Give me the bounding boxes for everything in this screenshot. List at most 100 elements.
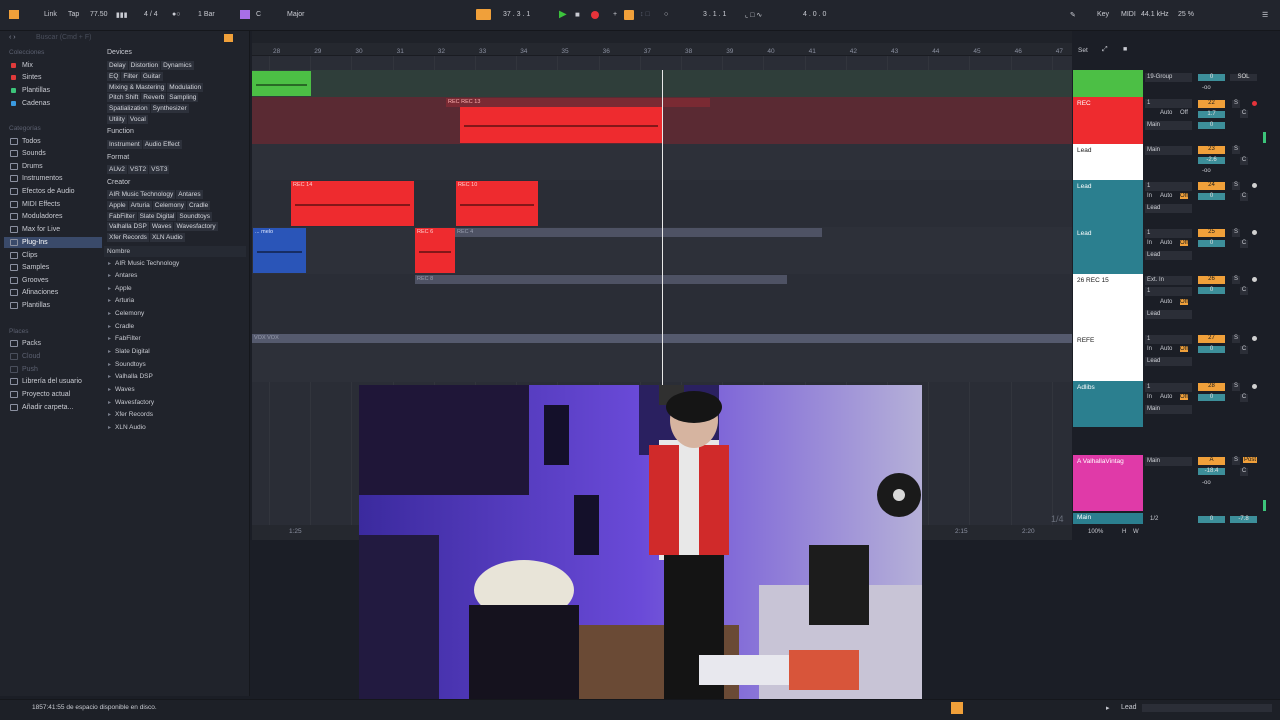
filter-tag[interactable]: Antares — [176, 190, 203, 199]
volume-field[interactable]: 0 — [1198, 193, 1225, 200]
track-name[interactable]: Lead — [1077, 147, 1091, 154]
function-filter-title[interactable]: Function — [107, 128, 134, 135]
browser-list-item[interactable]: AIR Music Technology — [108, 260, 179, 267]
volume-field[interactable]: -2.6 — [1198, 157, 1225, 164]
filter-tag[interactable]: Audio Effect — [142, 140, 182, 149]
browser-list-item[interactable]: FabFilter — [108, 335, 141, 342]
browser-list-item[interactable]: Antares — [108, 272, 137, 279]
monitor-in[interactable]: In — [1147, 394, 1152, 400]
track-header[interactable]: REC — [1073, 97, 1143, 144]
output-dropdown[interactable]: Lead — [1145, 310, 1192, 319]
track-number-button[interactable]: 22 — [1198, 100, 1225, 108]
monitor-auto[interactable]: Auto — [1160, 394, 1172, 400]
volume-field[interactable]: -18.4 — [1198, 468, 1225, 475]
solo-button[interactable]: S — [1232, 182, 1240, 190]
monitor-off[interactable]: Off — [1180, 346, 1188, 352]
volume-field[interactable]: 1.7 — [1198, 111, 1225, 118]
filter-tag[interactable]: Guitar — [140, 72, 163, 81]
add-icon[interactable]: + — [613, 11, 617, 18]
collection-item[interactable]: Mix — [22, 62, 33, 69]
filter-tag[interactable]: Sampling — [167, 93, 199, 102]
filter-tag[interactable]: Xfer Records — [107, 233, 149, 242]
filter-tag[interactable]: Distortion — [128, 61, 161, 70]
browser-list-item[interactable]: XLN Audio — [108, 424, 146, 431]
solo-button[interactable]: S — [1232, 383, 1240, 391]
punch-icon[interactable]: ⌞ □ ∿ — [745, 11, 762, 19]
output-dropdown[interactable]: Main — [1145, 121, 1192, 130]
monitor-off[interactable]: Off — [1180, 299, 1188, 305]
filter-tag[interactable]: Spatialization — [107, 104, 150, 113]
filter-tag[interactable]: Arturia — [128, 201, 152, 210]
category-item[interactable]: Grooves — [22, 277, 48, 284]
volume-field[interactable]: 0 — [1198, 346, 1225, 353]
key-scale-dropdown[interactable]: Major — [287, 11, 305, 18]
master-track-header[interactable]: Main — [1073, 513, 1143, 524]
monitor-auto[interactable]: Auto — [1160, 110, 1172, 116]
category-item-selected[interactable]: Plug-Ins — [22, 239, 48, 246]
monitor-in[interactable]: In — [1147, 240, 1152, 246]
loop-length-field[interactable]: 4 . 0 . 0 — [803, 11, 826, 18]
track-header[interactable]: 26 REC 15 — [1073, 274, 1143, 334]
category-item[interactable]: Samples — [22, 264, 49, 271]
pan-c[interactable]: C — [1240, 394, 1248, 402]
filter-tag[interactable]: XLN Audio — [149, 233, 185, 242]
filter-tag[interactable]: Cradle — [187, 201, 211, 210]
zoom-field[interactable]: 100% — [1088, 529, 1103, 535]
track-number-button[interactable]: 27 — [1198, 335, 1225, 343]
track-number-button[interactable]: 26 — [1198, 276, 1225, 284]
category-item[interactable]: Moduladores — [22, 213, 62, 220]
category-item[interactable]: Todos — [22, 138, 41, 145]
place-item[interactable]: Packs — [22, 340, 41, 347]
quantize-dropdown[interactable]: 1 Bar — [198, 11, 215, 18]
w-button[interactable]: W — [1133, 529, 1139, 535]
browser-list-item[interactable]: Cradle — [108, 323, 134, 330]
monitor-off[interactable]: Off — [1180, 240, 1188, 246]
browser-list-item[interactable]: Slate Digital — [108, 348, 150, 355]
collection-item[interactable]: Sintes — [22, 74, 41, 81]
input-dropdown[interactable]: 1 — [1145, 182, 1192, 191]
volume-field[interactable]: 0 — [1198, 74, 1225, 81]
master-volume-field[interactable]: -7.8 — [1230, 516, 1257, 523]
volume-field[interactable]: 0 — [1198, 394, 1225, 401]
format-filter-title[interactable]: Format — [107, 154, 129, 161]
filter-tag[interactable]: Valhalla DSP — [107, 222, 149, 231]
post-button[interactable]: Post — [1243, 457, 1258, 463]
filter-tag[interactable]: Pitch Shift — [107, 93, 141, 102]
arm-icon[interactable] — [1252, 384, 1257, 389]
output-dropdown[interactable]: Lead — [1145, 251, 1192, 260]
follow-icon[interactable]: ●○ — [172, 11, 180, 18]
loop-icon[interactable]: ↕ □ — [640, 11, 650, 18]
return-letter-button[interactable]: A — [1198, 457, 1225, 465]
filter-tag[interactable]: Synthesizer — [150, 104, 189, 113]
track-number-button[interactable]: 28 — [1198, 383, 1225, 391]
solo-button[interactable]: S — [1232, 146, 1240, 154]
audio-clip-header[interactable]: REC 4 — [455, 228, 822, 237]
arm-icon[interactable] — [1252, 230, 1257, 235]
menu-icon[interactable] — [9, 10, 19, 19]
overview-strip[interactable] — [252, 31, 1072, 43]
stop-icon[interactable]: ■ — [575, 10, 580, 19]
monitor-off[interactable]: Off — [1180, 394, 1188, 400]
arm-icon[interactable] — [1252, 183, 1257, 188]
monitor-auto[interactable]: Auto — [1160, 346, 1172, 352]
audio-clip[interactable]: REC 10 — [456, 181, 538, 226]
collection-item[interactable]: Cadenas — [22, 100, 50, 107]
filter-tag[interactable]: Celemony — [152, 201, 187, 210]
link-button[interactable]: Link — [44, 11, 57, 18]
input-dropdown[interactable]: 1 — [1145, 229, 1192, 238]
record-icon[interactable] — [591, 11, 599, 19]
monitor-in[interactable]: In — [1147, 193, 1152, 199]
track-name[interactable]: 26 REC 15 — [1077, 277, 1109, 284]
solo-button[interactable]: S — [1232, 229, 1240, 237]
arrangement-position-icon[interactable] — [476, 9, 491, 20]
output-dropdown[interactable]: Main — [1145, 146, 1192, 155]
arm-icon[interactable] — [1252, 101, 1257, 106]
input-dropdown[interactable]: Ext. In — [1145, 276, 1192, 285]
track-name[interactable]: REC — [1077, 100, 1091, 107]
tap-button[interactable]: Tap — [68, 11, 79, 18]
browser-list-item[interactable]: Waves — [108, 386, 135, 393]
browser-list-item[interactable]: Wavesfactory — [108, 399, 154, 406]
monitor-off[interactable]: Off — [1180, 110, 1188, 116]
category-item[interactable]: MIDI Effects — [22, 201, 60, 208]
category-item[interactable]: Clips — [22, 252, 38, 259]
